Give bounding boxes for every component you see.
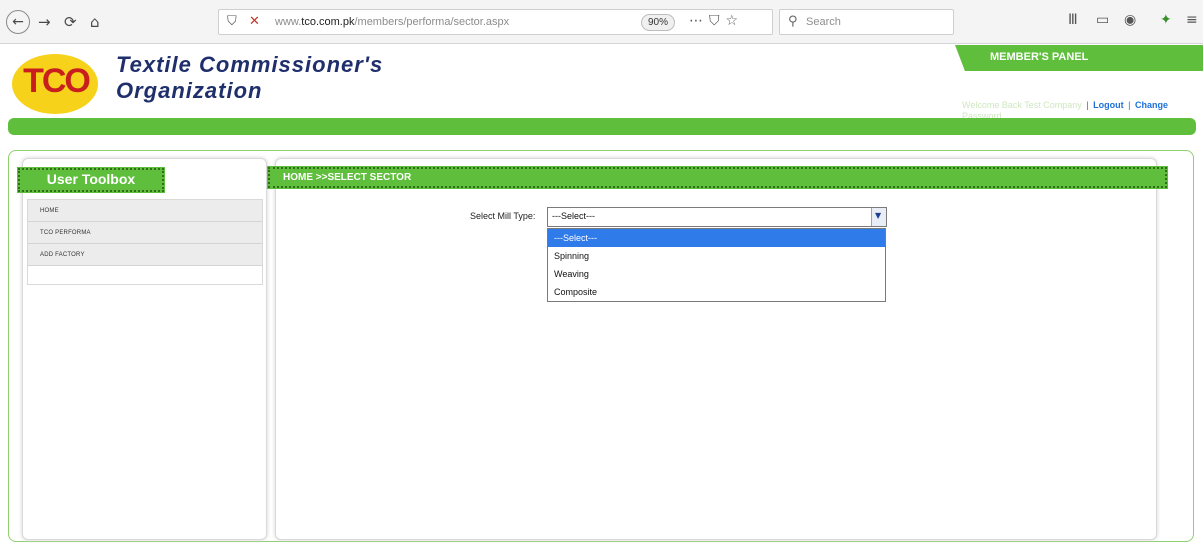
bookmark-star-icon[interactable]: ☆	[726, 13, 745, 29]
mill-type-select[interactable]	[547, 207, 887, 227]
url-text[interactable]: www.tco.com.pk/members/performa/sector.a…	[275, 16, 509, 28]
link-separator: |	[1128, 100, 1131, 110]
search-icon: ⚲	[788, 14, 798, 29]
menu-item-tco-performa[interactable]: TCO PERFORMA	[28, 222, 262, 244]
welcome-text: Welcome Back Test Company	[962, 100, 1082, 110]
pocket-icon[interactable]: ⛉	[709, 13, 726, 29]
home-icon[interactable]: ⌂	[90, 12, 100, 32]
library-icon[interactable]: Ⅲ	[1068, 12, 1078, 28]
account-icon[interactable]: ◉	[1124, 12, 1136, 28]
logout-link[interactable]: Logout	[1093, 100, 1124, 110]
page-root: ← → ⟳ ⌂ ⛉ ✕ www.tco.com.pk/members/perfo…	[0, 0, 1203, 545]
url-actions: ⋯⛉☆	[689, 13, 744, 29]
org-name-line1: Textile Commissioner's	[116, 52, 384, 77]
url-prefix: www.	[275, 16, 302, 28]
option-spinning[interactable]: Spinning	[548, 247, 885, 265]
mill-type-selected-value[interactable]: ---Select---	[552, 211, 595, 221]
member-panel-label: MEMBER'S PANEL	[990, 51, 1089, 63]
sidebar-icon[interactable]: ▭	[1096, 12, 1109, 28]
reload-icon[interactable]: ⟳	[64, 12, 77, 32]
menu-item-home[interactable]: HOME	[28, 200, 262, 222]
option-select[interactable]: ---Select---	[548, 229, 885, 247]
organization-name: Textile Commissioner's Organization	[116, 52, 383, 104]
header-green-band	[8, 118, 1196, 135]
address-bar[interactable]: ⛉ ✕ www.tco.com.pk/members/performa/sect…	[218, 9, 773, 35]
mill-type-label: Select Mill Type:	[470, 211, 536, 221]
chevron-down-icon[interactable]: ▼	[875, 211, 881, 220]
user-toolbox-title: User Toolbox	[46, 171, 136, 187]
change-password-link[interactable]: Change	[1135, 100, 1168, 110]
browser-toolbar: ← → ⟳ ⌂ ⛉ ✕ www.tco.com.pk/members/perfo…	[0, 0, 1203, 44]
shield-icon[interactable]: ⛉	[227, 14, 237, 29]
option-composite[interactable]: Composite	[548, 283, 885, 301]
org-name-line2: Organization	[116, 78, 263, 103]
toolbox-menu: HOME TCO PERFORMA ADD FACTORY	[27, 199, 263, 285]
url-path: /members/performa/sector.aspx	[354, 16, 510, 28]
page-actions-icon[interactable]: ⋯	[689, 13, 709, 29]
forward-icon[interactable]: →	[38, 12, 51, 32]
search-placeholder: Search	[806, 16, 841, 28]
url-domain: tco.com.pk	[301, 16, 355, 28]
menu-icon[interactable]: ≡	[1186, 12, 1198, 28]
option-weaving[interactable]: Weaving	[548, 265, 885, 283]
menu-item-add-factory[interactable]: ADD FACTORY	[28, 244, 262, 266]
site-security-icon[interactable]: ✕	[249, 14, 260, 29]
logo-text[interactable]: TCO	[18, 62, 94, 101]
breadcrumb[interactable]: HOME >>SELECT SECTOR	[283, 172, 411, 183]
zoom-badge[interactable]: 90%	[641, 14, 676, 31]
back-icon[interactable]: ←	[6, 10, 30, 34]
extension-icon[interactable]: ✦	[1160, 12, 1172, 28]
mill-type-dropdown-list: ---Select--- Spinning Weaving Composite	[547, 228, 886, 302]
link-separator: |	[1086, 100, 1089, 110]
search-bar[interactable]: ⚲ Search	[779, 9, 954, 35]
